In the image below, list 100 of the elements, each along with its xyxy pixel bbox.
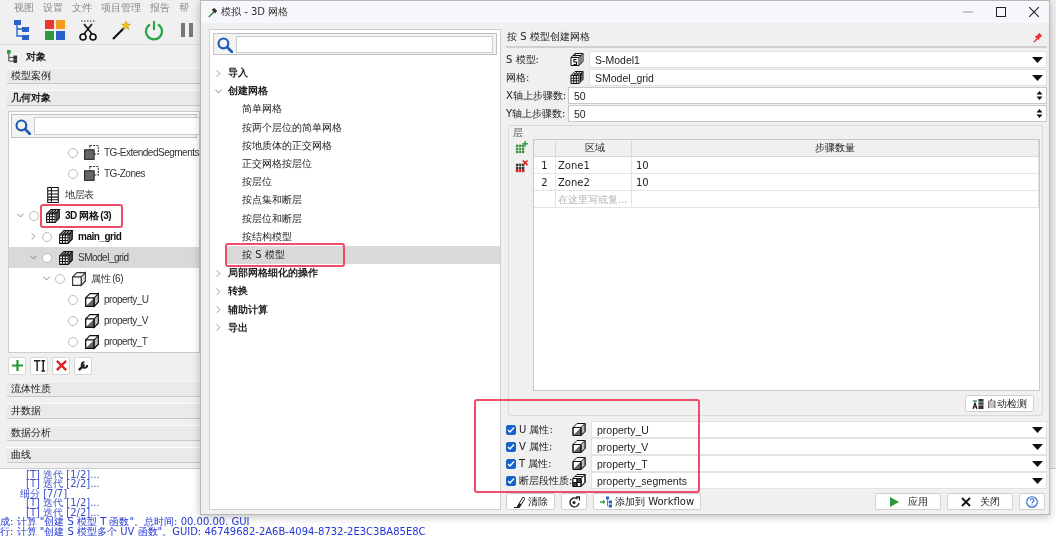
number-field[interactable]: 50 <box>568 105 1047 122</box>
radio-button[interactable] <box>42 231 52 242</box>
text-cursor-icon <box>32 359 46 372</box>
maximize-icon[interactable] <box>996 7 1006 17</box>
magic-wand-icon[interactable] <box>110 18 132 41</box>
caret-icon <box>1032 442 1043 451</box>
chevron-right-icon[interactable] <box>214 323 223 333</box>
tree-item[interactable]: 3D 网格 (3) <box>9 205 199 227</box>
radio-button[interactable] <box>42 252 52 263</box>
radio-button[interactable] <box>68 315 78 326</box>
tree-item[interactable]: 属性 (6) <box>9 268 199 290</box>
checkbox[interactable] <box>506 424 516 435</box>
field-label: V 属性: <box>519 439 554 454</box>
nav-item[interactable]: 按层位 <box>226 173 500 192</box>
section-header[interactable]: 曲线 <box>7 446 200 463</box>
dropdown[interactable]: property_segments <box>591 472 1047 489</box>
search-field[interactable] <box>213 33 497 55</box>
section-header[interactable]: 流体性质 <box>7 380 200 397</box>
puzzle-icon[interactable] <box>44 18 66 41</box>
nav-item[interactable]: 局部网格细化的操作 <box>210 264 500 283</box>
eraser-icon <box>513 495 525 508</box>
log-line: 细分 [7/7] <box>20 488 68 498</box>
nav-item[interactable]: 辅助计算 <box>210 300 500 319</box>
nav-item[interactable]: 简单网格 <box>226 100 500 119</box>
cube-grid-icon <box>568 69 586 86</box>
section-header[interactable]: 数据分析 <box>7 424 200 441</box>
checkbox[interactable] <box>506 475 516 486</box>
section-header[interactable]: 井数据 <box>7 402 200 419</box>
tree-item[interactable]: main_grid <box>9 226 199 248</box>
close-button[interactable]: 关闭 <box>947 493 1013 510</box>
nav-item[interactable]: 创建网格 <box>210 82 500 101</box>
toolbar-button[interactable] <box>74 356 92 375</box>
radio-button[interactable] <box>68 168 78 179</box>
power-icon[interactable] <box>143 18 165 41</box>
nav-item[interactable]: 按 S 模型 <box>226 245 500 265</box>
nav-label: 导入 <box>228 66 248 81</box>
apply-button[interactable]: 应用 <box>875 493 941 510</box>
nav-item[interactable]: 转换 <box>210 282 500 301</box>
chevron-right-icon[interactable] <box>214 286 223 296</box>
nav-item[interactable]: 导入 <box>210 64 500 83</box>
close-icon[interactable] <box>1029 7 1039 17</box>
log-line: [T] 迭代 [2/2]... <box>26 507 100 517</box>
table-cell[interactable]: 10 <box>632 157 1039 174</box>
section-header[interactable]: 模型案例 <box>7 68 200 85</box>
column-header[interactable]: 步骤数量 <box>632 140 1039 157</box>
refresh-button[interactable] <box>561 493 587 510</box>
tree-item[interactable]: TG-Zones <box>9 163 199 185</box>
checkbox[interactable] <box>506 458 516 469</box>
nav-item[interactable]: 正交网格按层位 <box>226 154 500 174</box>
radio-button[interactable] <box>68 147 78 158</box>
tree-label: 地层表 <box>65 187 94 202</box>
table-cell[interactable]: Zone1 <box>556 157 632 174</box>
search-field[interactable] <box>11 114 197 139</box>
nav-item[interactable]: 按结构模型 <box>226 227 500 246</box>
nav-label: 创建网格 <box>228 84 268 99</box>
add-workflow-button[interactable]: 添加到 Workflow <box>593 493 702 510</box>
chevron-right-icon[interactable] <box>214 268 223 278</box>
dropdown[interactable]: S-Model1 <box>589 51 1047 68</box>
toolbar-button[interactable] <box>30 356 48 375</box>
chevron-right-icon[interactable] <box>214 305 223 315</box>
radio-button[interactable] <box>55 273 65 284</box>
tree-item[interactable]: property_T <box>9 331 199 352</box>
section-header[interactable]: 几何对象 <box>7 90 200 107</box>
dropdown[interactable]: property_T <box>591 455 1047 472</box>
tree-label: 属性 (6) <box>91 271 123 286</box>
dropdown[interactable]: SModel_grid <box>589 69 1047 86</box>
tree-item[interactable]: TG-ExtendedSegments <box>9 142 199 164</box>
table-cell[interactable] <box>632 191 1039 208</box>
panel-title: 对象 <box>26 49 46 64</box>
dropdown[interactable]: property_V <box>591 438 1047 455</box>
nav-item[interactable]: 按点集和断层 <box>226 191 500 210</box>
help-button[interactable] <box>1019 493 1045 510</box>
checkbox[interactable] <box>506 441 516 452</box>
auto-detect-button[interactable]: 自动检测 <box>965 395 1034 412</box>
nav-item[interactable]: 按两个层位的简单网格 <box>226 118 500 137</box>
chevron-right-icon[interactable] <box>214 68 223 78</box>
pin-icon <box>1032 31 1043 43</box>
tree-item[interactable]: SModel_grid <box>9 247 199 269</box>
table-cell[interactable]: Zone2 <box>556 174 632 191</box>
nav-item[interactable]: 按层位和断层 <box>226 209 500 228</box>
tree-item[interactable]: 地层表 <box>9 184 199 206</box>
table-cell[interactable]: 10 <box>632 174 1039 191</box>
corner-header <box>534 140 556 157</box>
column-header[interactable]: 区域 <box>556 140 632 157</box>
radio-button[interactable] <box>29 210 39 221</box>
tree-item[interactable]: property_U <box>9 289 199 311</box>
radio-button[interactable] <box>68 336 78 347</box>
nav-item[interactable]: 按地质体的正交网格 <box>226 136 500 155</box>
radio-button[interactable] <box>68 294 78 305</box>
delete-row-button[interactable] <box>513 158 529 174</box>
clear-button[interactable]: 清除 <box>506 493 555 510</box>
nav-item[interactable]: 导出 <box>210 318 500 337</box>
scissors-icon[interactable] <box>77 18 99 41</box>
field-label: X轴上步骤数: <box>506 88 568 103</box>
caret-icon <box>1032 476 1043 485</box>
tree-item[interactable]: property_V <box>9 310 199 332</box>
number-field[interactable]: 50 <box>568 87 1047 104</box>
dropdown[interactable]: property_U <box>591 421 1047 438</box>
add-row-button[interactable] <box>513 139 529 155</box>
log-line: [T] 迭代 [1/2]... <box>26 469 100 479</box>
